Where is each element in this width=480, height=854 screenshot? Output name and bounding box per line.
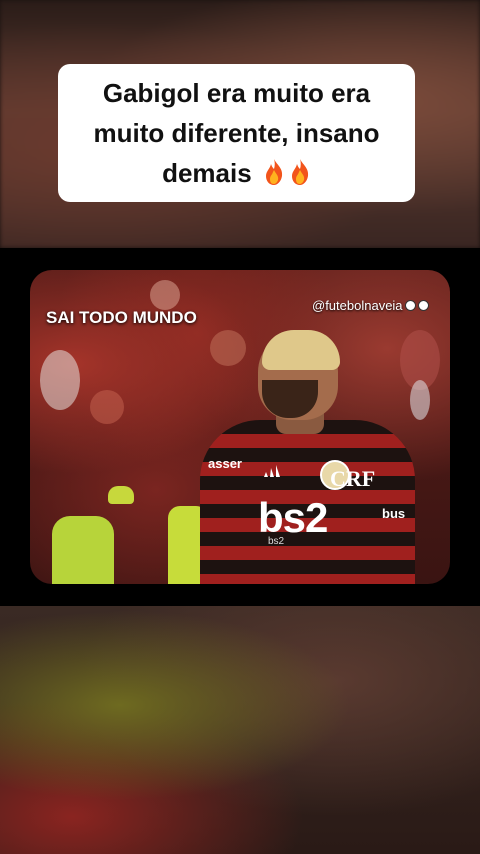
caption-text-wrap: Gabigol era muito era muito diferente, i… [66, 73, 407, 193]
jersey-sponsor-sub: bs2 [268, 536, 285, 547]
soccer-ball-icon [417, 300, 429, 311]
crowd-blob [90, 390, 124, 424]
sleeve-sponsor-right: bus [382, 506, 406, 521]
blurred-background-bottom [0, 606, 480, 854]
player-hair [262, 330, 340, 370]
steward-cap [108, 486, 134, 504]
adidas-logo-icon [264, 465, 280, 477]
video-frame[interactable]: CRF asser bus bs2 bs2 SAI TODO MUNDO @fu… [30, 270, 450, 584]
soccer-ball-icon [404, 300, 416, 311]
club-crest: CRF [330, 466, 376, 491]
fire-emoji-icon [265, 159, 283, 185]
creator-handle: @futebolnaveia [312, 298, 429, 313]
handle-text: @futebolnaveia [312, 298, 403, 313]
jersey-sponsor: bs2 [258, 494, 328, 541]
video-overlay-title: SAI TODO MUNDO [46, 308, 197, 327]
fire-emoji-icon [291, 159, 309, 185]
caption-text: Gabigol era muito era muito diferente, i… [93, 78, 380, 188]
crowd-blob [210, 330, 246, 366]
sleeve-sponsor-left: asser [208, 456, 242, 471]
caption-card: Gabigol era muito era muito diferente, i… [58, 64, 415, 202]
crowd-blob [410, 380, 430, 420]
crowd-blob [150, 280, 180, 310]
crowd-blob [40, 350, 80, 410]
steward-vest [52, 516, 114, 584]
